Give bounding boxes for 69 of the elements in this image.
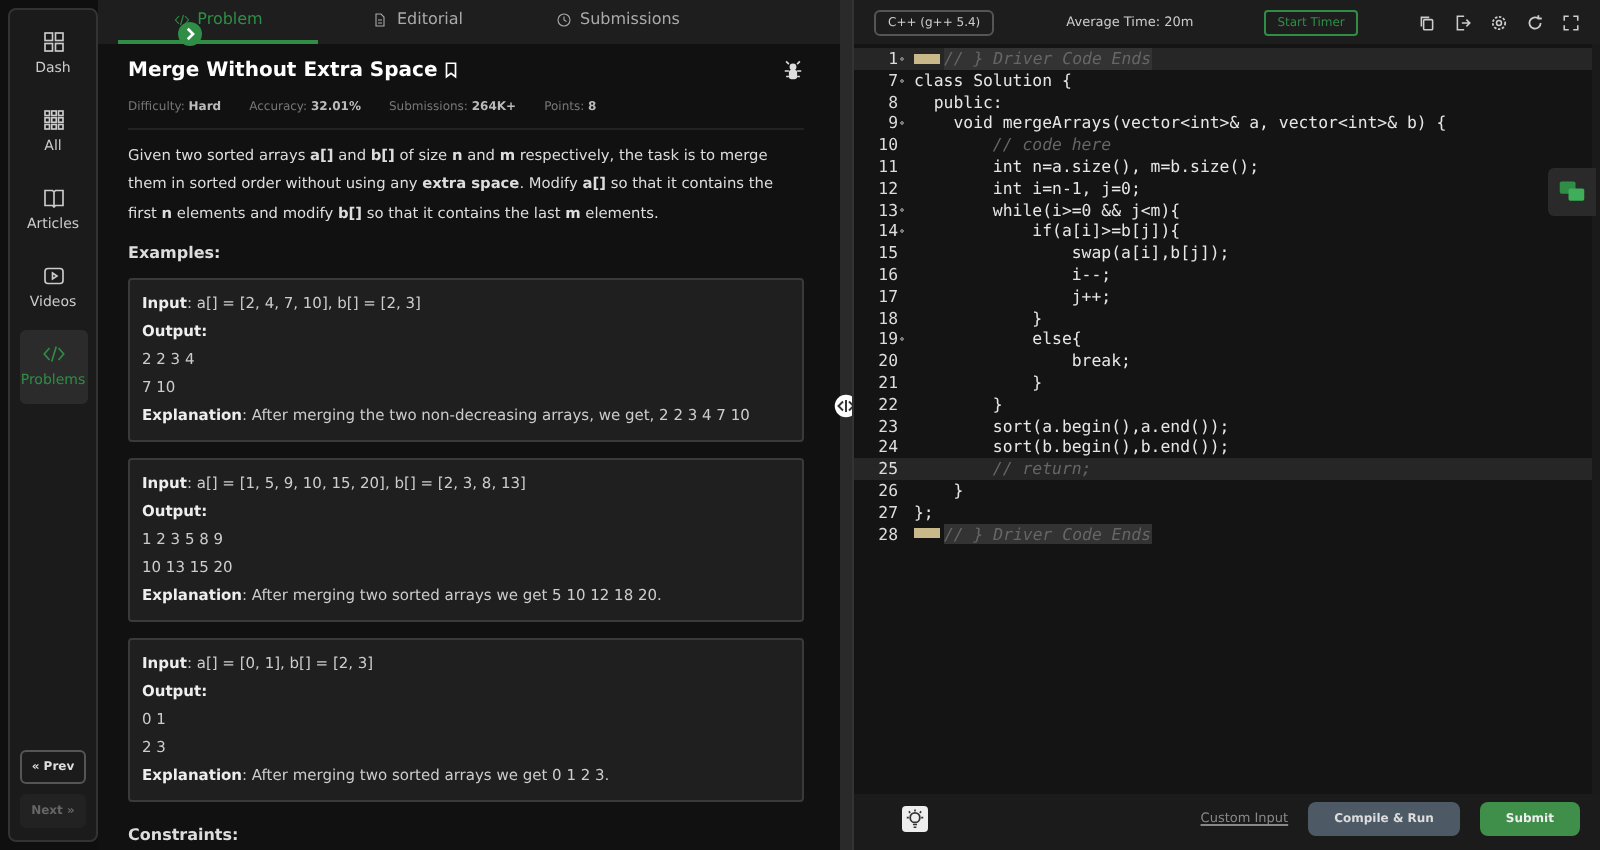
line-number: 13 xyxy=(876,199,898,221)
bookmark-icon[interactable] xyxy=(441,60,460,81)
copy-icon[interactable] xyxy=(1418,13,1436,31)
expand-icon[interactable] xyxy=(178,22,202,46)
code-line: } xyxy=(951,479,964,502)
lightbulb-icon[interactable] xyxy=(904,807,926,829)
code-line: while(i>=0 && j<m){ xyxy=(990,199,1181,221)
line-number: 7 xyxy=(886,69,898,92)
line-number: 8 xyxy=(886,91,898,113)
code-line: sort(b.begin(),b.end()); xyxy=(990,436,1230,459)
line-number: 16 xyxy=(876,263,898,286)
fold-widget-icon[interactable] xyxy=(914,528,940,539)
line-number: 10 xyxy=(876,134,898,156)
code-line: break; xyxy=(1069,350,1131,372)
line-number: 9 xyxy=(886,112,898,135)
exit-icon[interactable] xyxy=(1454,13,1472,31)
line-number: 26 xyxy=(876,479,898,502)
line-number: 12 xyxy=(876,177,898,200)
line-number: 21 xyxy=(876,371,898,394)
line-number: 25 xyxy=(876,458,898,480)
line-number: 15 xyxy=(876,242,898,264)
document-icon xyxy=(372,11,389,28)
code-line: } xyxy=(1030,307,1043,329)
settings-icon[interactable] xyxy=(1490,13,1508,31)
code-line: }; xyxy=(914,501,934,524)
line-number: 14 xyxy=(876,220,898,243)
code-line: swap(a[i],b[j]); xyxy=(1069,242,1230,264)
line-number: 28 xyxy=(876,523,898,545)
code-line: // code here xyxy=(990,134,1112,156)
bug-icon[interactable] xyxy=(782,59,804,82)
grid-icon xyxy=(41,108,65,132)
code-line: } xyxy=(990,393,1003,416)
code-line: int i=n-1, j=0; xyxy=(990,177,1141,200)
line-number: 22 xyxy=(876,393,898,416)
chat-icon[interactable] xyxy=(1548,168,1596,216)
line-number: 19 xyxy=(876,328,898,351)
constraints-heading: Constraints: xyxy=(128,826,241,845)
code-line: public: xyxy=(931,91,1003,113)
code-line: void mergeArrays(vector<int>& a, vector<int>& b) { xyxy=(951,112,1447,135)
code-icon xyxy=(41,342,65,366)
book-icon xyxy=(41,186,65,210)
line-number: 11 xyxy=(876,155,898,178)
code-line: sort(a.begin(),a.end()); xyxy=(990,415,1230,437)
code-icon xyxy=(173,11,190,28)
line-number: 24 xyxy=(876,436,898,459)
code-line: class Solution { xyxy=(914,69,1072,92)
problem-title: Merge Without Extra Space xyxy=(128,59,438,82)
clock-icon xyxy=(556,11,573,28)
refresh-icon[interactable] xyxy=(1526,13,1544,31)
examples-heading: Examples: xyxy=(128,244,223,263)
line-number: 27 xyxy=(876,501,898,524)
line-number: 1 xyxy=(886,48,898,70)
fold-widget-icon[interactable] xyxy=(914,53,940,64)
line-number: 23 xyxy=(876,415,898,437)
fullscreen-icon[interactable] xyxy=(1562,13,1580,31)
line-number: 18 xyxy=(876,307,898,329)
code-line: // return; xyxy=(990,458,1092,480)
code-line: j++; xyxy=(1069,285,1112,308)
code-line: else{ xyxy=(1030,328,1082,351)
dashboard-icon xyxy=(41,30,65,54)
code-line: } xyxy=(1030,371,1043,394)
code-line: if(a[i]>=b[j]){ xyxy=(1030,220,1181,243)
tab[interactable]: Editorial xyxy=(318,0,518,44)
code-line: int n=a.size(), m=b.size(); xyxy=(990,155,1260,178)
line-number: 20 xyxy=(876,350,898,372)
code-line: i--; xyxy=(1069,263,1112,286)
line-number: 17 xyxy=(876,285,898,308)
tab[interactable]: Submissions xyxy=(518,0,718,44)
video-icon xyxy=(41,264,65,288)
